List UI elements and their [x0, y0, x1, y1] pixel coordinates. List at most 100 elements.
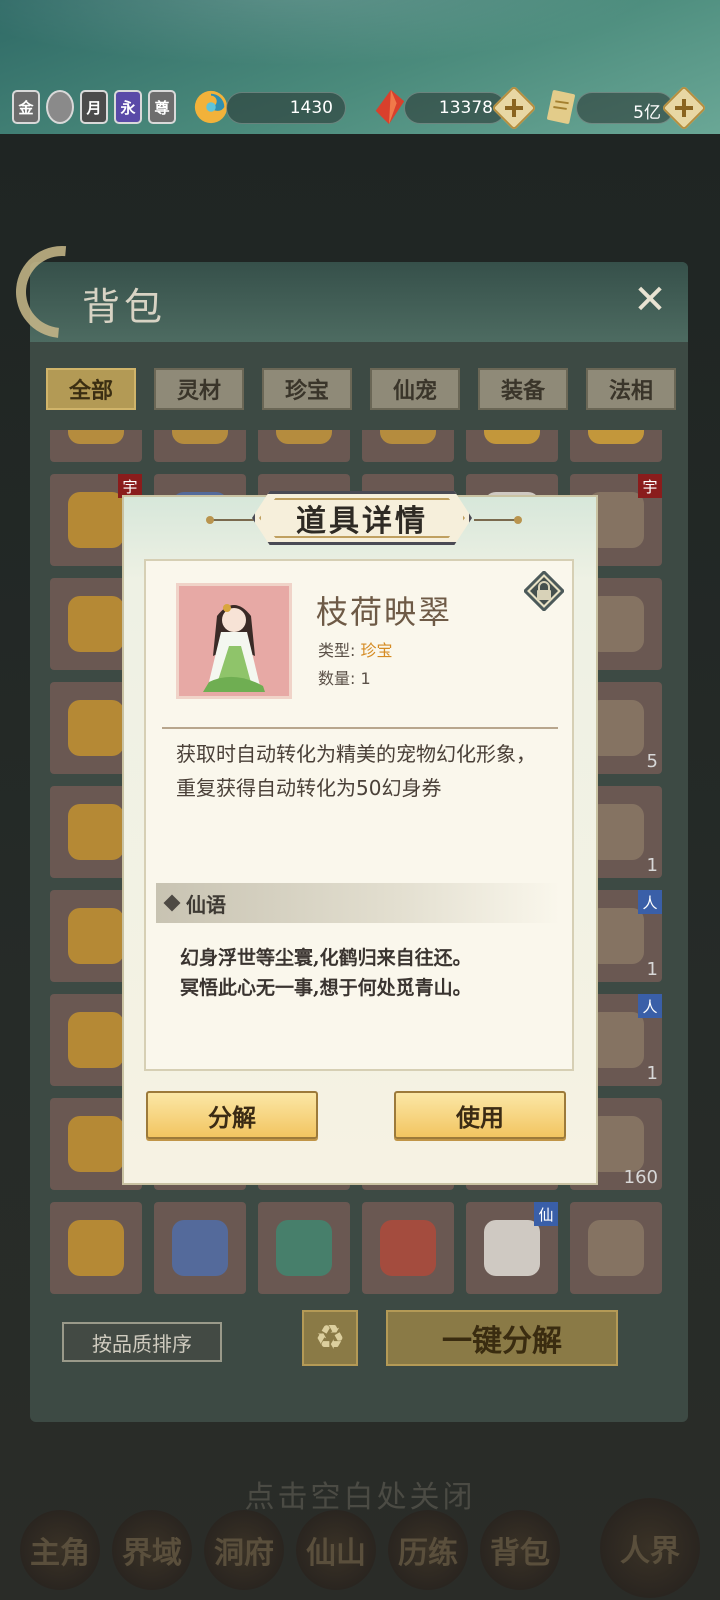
resource-bar: 金 月 永 尊 1430 13378 5亿 [0, 0, 720, 134]
item-type: 类型: 珍宝 [318, 637, 393, 661]
nav-realm[interactable]: 界域 [112, 1510, 192, 1590]
item-quantity-value: 1 [360, 669, 371, 688]
inventory-slot[interactable]: 仙 [466, 1202, 558, 1294]
inventory-slot[interactable] [154, 1202, 246, 1294]
item-icon [68, 1116, 124, 1172]
item-icon [68, 492, 124, 548]
bottom-nav: 主角 界域 洞府 仙山 历练 背包 人界 [0, 1490, 720, 1600]
item-icon [68, 700, 124, 756]
slot-tag-badge: 宇 [638, 474, 662, 498]
tab-avatars[interactable]: 法相 [586, 368, 676, 410]
slot-count: 1 [646, 855, 658, 876]
item-icon [588, 1220, 644, 1276]
category-tabs: 全部 灵材 珍宝 仙宠 装备 法相 [46, 368, 676, 410]
pet-girl-portrait-icon [179, 586, 289, 696]
item-icon [68, 596, 124, 652]
lore-section-header: 仙语 [156, 883, 560, 923]
slot-tag-badge: 仙 [534, 1202, 558, 1226]
lore-line-2: 冥悟此心无一事,想于何处觅青山。 [180, 977, 472, 999]
item-icon [276, 430, 332, 444]
lock-icon[interactable] [524, 571, 564, 611]
sort-by-quality-button[interactable]: 按品质排序 [62, 1322, 222, 1362]
item-portrait [176, 583, 292, 699]
nav-protagonist[interactable]: 主角 [20, 1510, 100, 1590]
dialog-title: 道具详情 [296, 504, 428, 539]
slot-count: 160 [623, 1167, 658, 1188]
lore-label: 仙语 [186, 892, 226, 917]
nav-backpack[interactable]: 背包 [480, 1510, 560, 1590]
tab-all[interactable]: 全部 [46, 368, 136, 410]
diamond-bullet-icon [163, 894, 181, 912]
item-quantity-label: 数量: [318, 669, 356, 688]
item-type-label: 类型: [318, 641, 356, 660]
nav-trial[interactable]: 历练 [388, 1510, 468, 1590]
title-badge-crest[interactable] [46, 90, 74, 124]
title-badge-eternal[interactable]: 永 [114, 90, 142, 124]
add-crystal-button[interactable] [491, 85, 537, 131]
inventory-slot[interactable] [258, 1202, 350, 1294]
item-icon [172, 430, 228, 444]
tab-equipment[interactable]: 装备 [478, 368, 568, 410]
nav-human-realm[interactable]: 人界 [600, 1498, 700, 1598]
item-type-value: 珍宝 [360, 641, 393, 660]
add-scroll-button[interactable] [661, 85, 707, 131]
inventory-slot[interactable] [50, 1202, 142, 1294]
slot-count: 1 [646, 959, 658, 980]
slot-tag-badge: 人 [638, 890, 662, 914]
jade-counter: 1430 [226, 92, 346, 124]
slot-tag-badge: 人 [638, 994, 662, 1018]
item-icon [68, 908, 124, 964]
backpack-header: 背包 ✕ [0, 227, 688, 357]
title-badge-gold[interactable]: 金 [12, 90, 40, 124]
inventory-slot[interactable] [570, 430, 662, 462]
header-decoration [0, 0, 720, 80]
inventory-slot[interactable] [362, 430, 454, 462]
item-detail-dialog: 道具详情 枝荷映翠 类型: 珍宝 数量: 1 获取时自动转化为精美的宠物幻化形象… [122, 491, 598, 1185]
inventory-slot[interactable] [570, 1202, 662, 1294]
lore-line-1: 幻身浮世等尘寰,化鹤归来自往还。 [180, 947, 472, 969]
item-icon [172, 1220, 228, 1276]
title-badge-moon[interactable]: 月 [80, 90, 108, 124]
item-icon [380, 1220, 436, 1276]
decompose-button[interactable]: 分解 [146, 1091, 318, 1139]
dialog-title-plate: 道具详情 [252, 491, 472, 545]
item-icon [588, 430, 644, 444]
inventory-slot[interactable] [466, 430, 558, 462]
jade-swirl-icon [194, 90, 228, 124]
use-button[interactable]: 使用 [394, 1091, 566, 1139]
item-icon [68, 1012, 124, 1068]
item-name: 枝荷映翠 [316, 593, 453, 631]
item-icon [380, 430, 436, 444]
backpack-title: 背包 [82, 285, 167, 329]
one-key-decompose-button[interactable]: 一键分解 [386, 1310, 618, 1366]
title-badges: 金 月 永 尊 [12, 90, 176, 124]
inventory-slot[interactable] [50, 430, 142, 462]
item-icon [68, 1220, 124, 1276]
title-badge-honor[interactable]: 尊 [148, 90, 176, 124]
recycle-icon[interactable]: ♻ [302, 1310, 358, 1366]
item-icon [68, 430, 124, 444]
crystal-counter: 13378 [404, 92, 506, 124]
title-ornament-right [474, 516, 522, 524]
close-icon[interactable]: ✕ [630, 280, 670, 320]
tab-materials[interactable]: 灵材 [154, 368, 244, 410]
slot-count: 5 [646, 751, 658, 772]
scroll-ticket-icon [547, 90, 575, 124]
item-icon [484, 1220, 540, 1276]
section-divider [162, 727, 558, 729]
item-detail-card: 枝荷映翠 类型: 珍宝 数量: 1 获取时自动转化为精美的宠物幻化形象，重复获得… [144, 559, 574, 1071]
inventory-slot[interactable] [154, 430, 246, 462]
scroll-value: 5亿 [633, 103, 661, 123]
inventory-slot[interactable] [362, 1202, 454, 1294]
item-quantity: 数量: 1 [318, 665, 371, 689]
crystal-value: 13378 [438, 98, 493, 118]
scroll-counter: 5亿 [576, 92, 674, 124]
lore-poem: 幻身浮世等尘寰,化鹤归来自往还。 冥悟此心无一事,想于何处觅青山。 [180, 943, 550, 1003]
title-ornament-left [206, 516, 254, 524]
inventory-slot[interactable] [258, 430, 350, 462]
nav-cave[interactable]: 洞府 [204, 1510, 284, 1590]
tab-pets[interactable]: 仙宠 [370, 368, 460, 410]
red-crystal-icon [375, 89, 405, 125]
tab-treasures[interactable]: 珍宝 [262, 368, 352, 410]
nav-mountain[interactable]: 仙山 [296, 1510, 376, 1590]
